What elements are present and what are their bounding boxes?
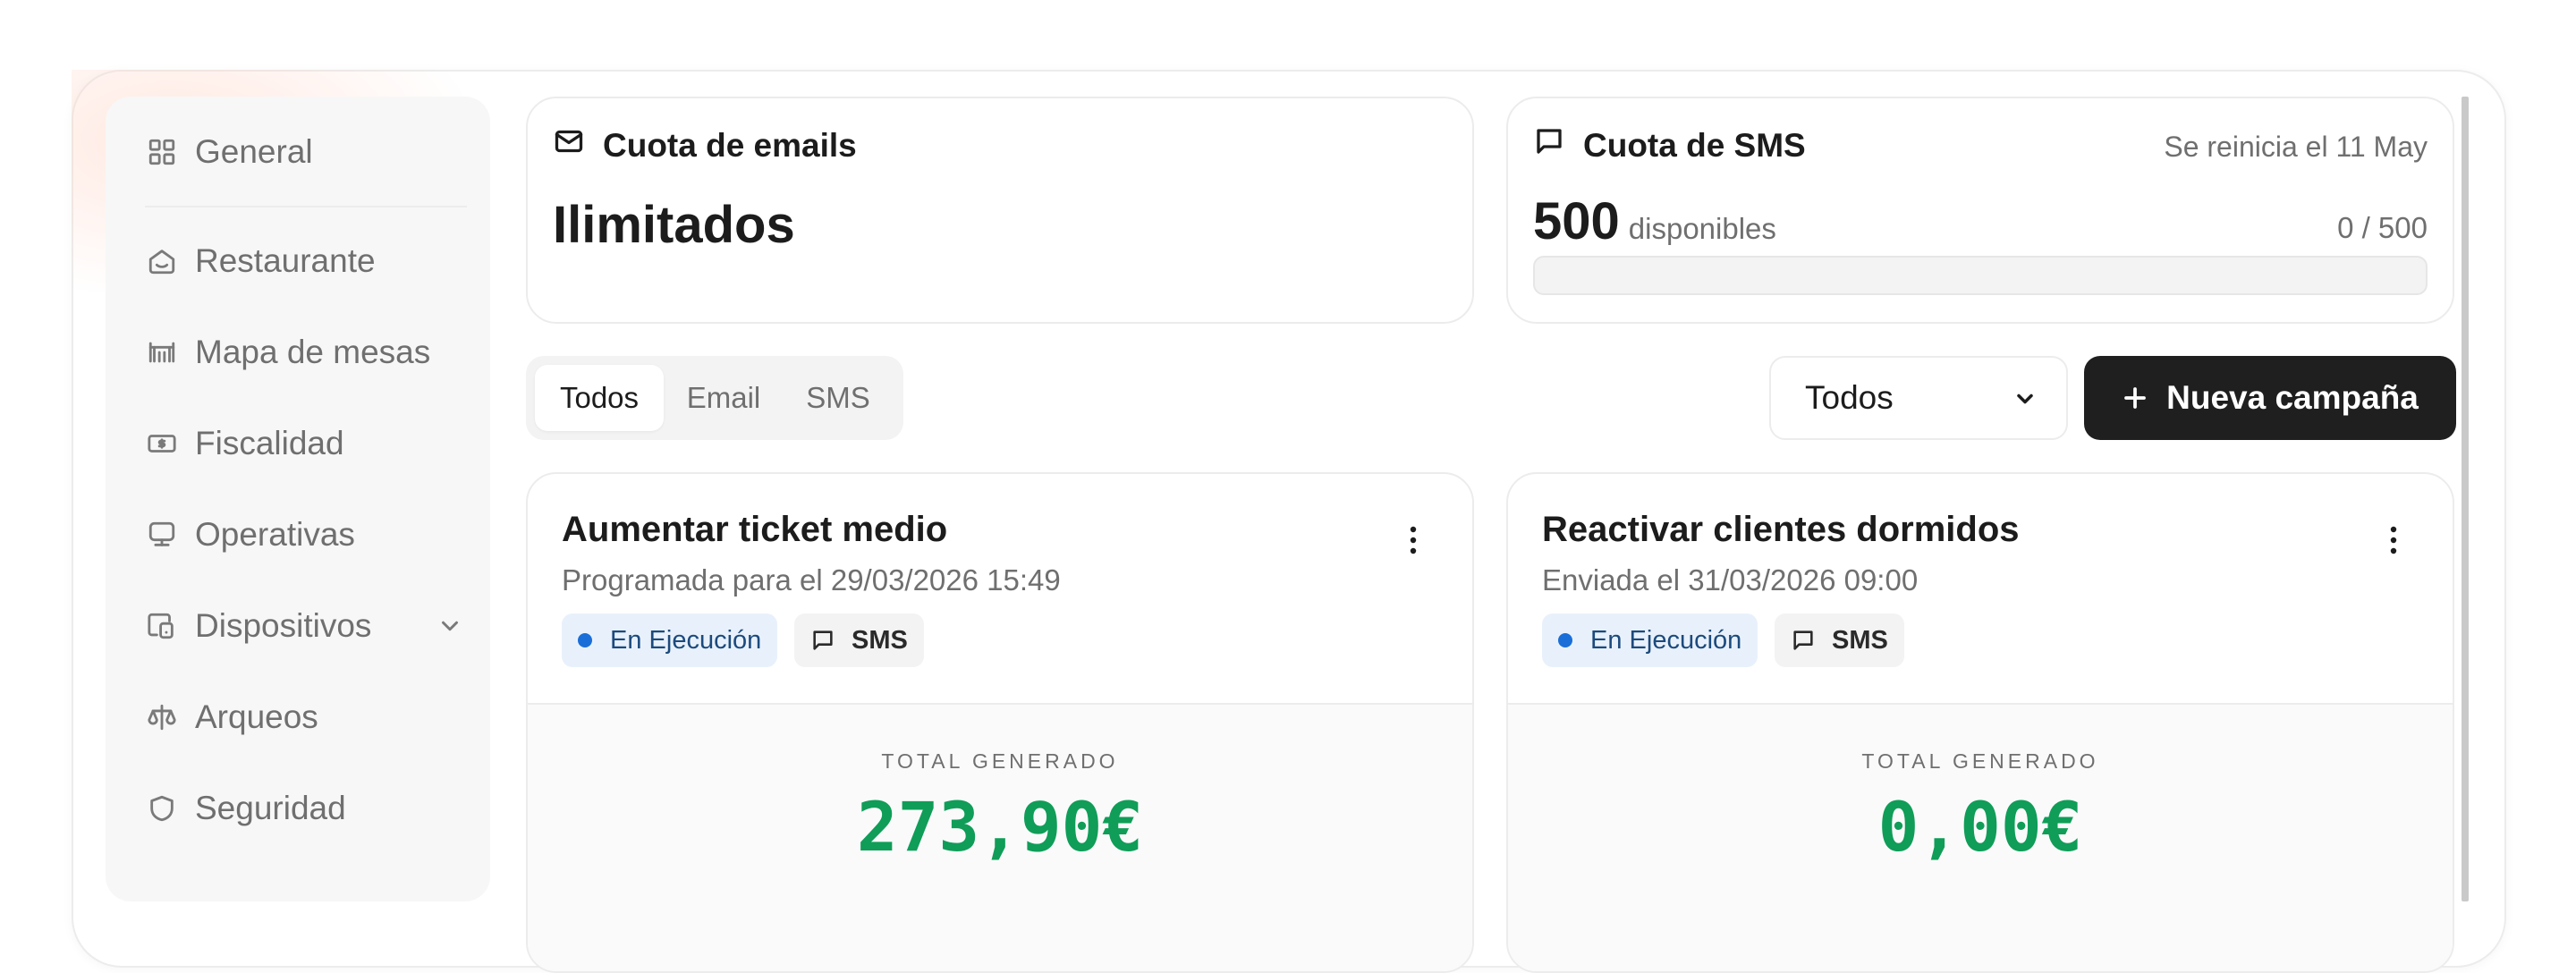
total-generated-label: TOTAL GENERADO	[1861, 749, 2099, 773]
email-quota-card: Cuota de emails Ilimitados	[526, 97, 1474, 324]
sidebar-item-restaurante[interactable]: Restaurante	[145, 234, 376, 288]
sms-available-label: disponibles	[1628, 212, 1776, 245]
mail-icon	[553, 125, 603, 165]
sms-quota-card: Cuota de SMS Se reinicia el 11 May 500 d…	[1506, 97, 2454, 324]
banknote-icon	[145, 427, 179, 461]
campaign-card[interactable]: Aumentar ticket medio Programada para el…	[526, 472, 1474, 973]
channel-badge-label: SMS	[852, 625, 908, 655]
sidebar-item-label: General	[195, 133, 313, 170]
sms-quota-title: Cuota de SMS	[1583, 126, 1806, 164]
sidebar-item-general[interactable]: General	[145, 125, 313, 179]
shield-icon	[145, 791, 179, 825]
sidebar-item-label: Arqueos	[195, 698, 318, 735]
message-icon	[1793, 630, 1813, 650]
sms-reset-text: Se reinicia el 11 May	[2164, 131, 2428, 163]
campaign-stats: TOTAL GENERADO 0,00€	[1508, 703, 2453, 971]
sms-quota-header: Cuota de SMS	[1533, 125, 1806, 165]
sms-usage-text: 0 / 500	[2337, 211, 2428, 244]
monitor-icon	[145, 518, 179, 552]
tab-sms[interactable]: SMS	[785, 365, 891, 431]
status-filter-select[interactable]: Todos	[1769, 356, 2068, 440]
table-icon	[145, 335, 179, 369]
channel-badge: SMS	[794, 613, 924, 667]
sidebar-divider	[145, 206, 467, 207]
status-badge-label: En Ejecución	[1590, 625, 1742, 655]
sms-available: 500 disponibles	[1533, 191, 1776, 251]
sidebar-item-arqueos[interactable]: Arqueos	[145, 690, 318, 744]
devices-icon	[145, 609, 179, 643]
sidebar-item-label: Seguridad	[195, 790, 346, 826]
sms-usage-progress	[1533, 256, 2428, 295]
status-filter-value: Todos	[1805, 379, 1894, 416]
sidebar-item-mapa-de-mesas[interactable]: Mapa de mesas	[145, 326, 430, 379]
total-generated-label: TOTAL GENERADO	[881, 749, 1119, 773]
sidebar: General Restaurante Mapa de mesas Fiscal…	[106, 97, 490, 901]
tab-todos[interactable]: Todos	[535, 365, 664, 431]
campaign-card[interactable]: Reactivar clientes dormidos Enviada el 3…	[1506, 472, 2454, 973]
sidebar-item-label: Operativas	[195, 516, 355, 553]
sidebar-item-label: Dispositivos	[195, 607, 372, 644]
chevron-down-icon[interactable]	[436, 613, 463, 639]
email-quota-value: Ilimitados	[553, 196, 795, 254]
total-generated-value: 0,00€	[1877, 787, 2083, 867]
sidebar-item-operativas[interactable]: Operativas	[145, 508, 355, 562]
sidebar-item-fiscalidad[interactable]: Fiscalidad	[145, 417, 344, 470]
sms-available-count: 500	[1533, 192, 1620, 250]
status-dot-icon	[1558, 633, 1572, 647]
sidebar-item-label: Restaurante	[195, 242, 376, 279]
campaign-title: Aumentar ticket medio	[562, 510, 948, 549]
campaign-title: Reactivar clientes dormidos	[1542, 510, 2020, 549]
message-icon	[813, 630, 833, 650]
status-badge-label: En Ejecución	[610, 625, 762, 655]
campaign-schedule: Programada para el 29/03/2026 15:49	[562, 563, 1061, 596]
channel-badge: SMS	[1775, 613, 1904, 667]
grid-icon	[145, 135, 179, 169]
tab-email[interactable]: Email	[665, 365, 782, 431]
campaign-stats: TOTAL GENERADO 273,90€	[528, 703, 1472, 971]
home-icon	[145, 244, 179, 278]
channel-badge-label: SMS	[1832, 625, 1888, 655]
chevron-down-icon	[2017, 393, 2033, 404]
more-options-icon[interactable]	[1408, 524, 1419, 556]
sidebar-item-dispositivos[interactable]: Dispositivos	[145, 599, 371, 653]
new-campaign-label: Nueva campaña	[2166, 379, 2419, 416]
scale-icon	[145, 700, 179, 734]
sidebar-item-label: Mapa de mesas	[195, 334, 431, 370]
new-campaign-button[interactable]: Nueva campaña	[2084, 356, 2456, 440]
email-quota-header: Cuota de emails	[553, 125, 857, 165]
status-badge: En Ejecución	[1542, 613, 1758, 667]
plus-icon	[2124, 387, 2146, 409]
campaign-schedule: Enviada el 31/03/2026 09:00	[1542, 563, 1919, 596]
email-quota-title: Cuota de emails	[603, 126, 857, 164]
sidebar-item-seguridad[interactable]: Seguridad	[145, 782, 346, 835]
sidebar-item-label: Fiscalidad	[195, 425, 344, 461]
channel-filter-tabs: Todos Email SMS	[526, 356, 903, 440]
message-icon	[1533, 125, 1583, 165]
scrollbar[interactable]	[2462, 97, 2469, 901]
total-generated-value: 273,90€	[856, 787, 1144, 867]
more-options-icon[interactable]	[2388, 524, 2399, 556]
status-badge: En Ejecución	[562, 613, 778, 667]
status-dot-icon	[578, 633, 592, 647]
